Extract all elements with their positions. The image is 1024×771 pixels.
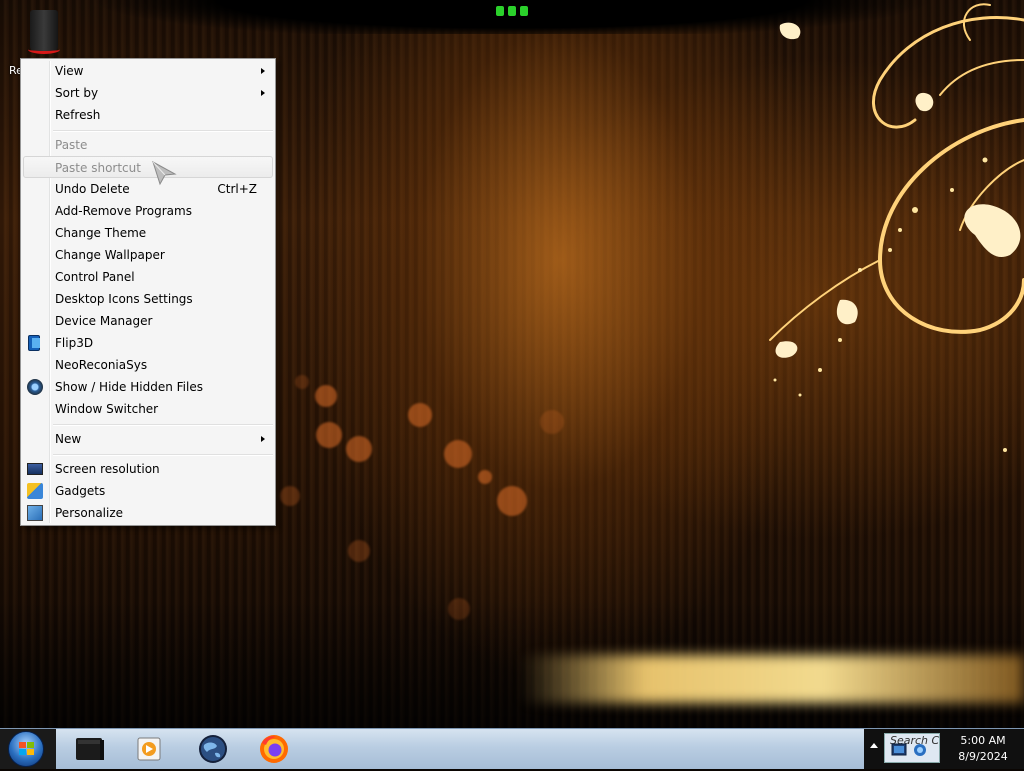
menu-separator (53, 454, 273, 456)
bokeh-dot (408, 403, 432, 427)
bokeh-dot (315, 385, 337, 407)
recycle-bin-icon (28, 10, 60, 54)
bokeh-dot (346, 436, 372, 462)
menu-item-paste[interactable]: Paste (23, 134, 273, 156)
menu-item-label: Flip3D (55, 336, 94, 350)
submenu-arrow-icon (261, 90, 265, 96)
menu-item-label: Paste (55, 138, 88, 152)
menu-item-change-theme[interactable]: Change Theme (23, 222, 273, 244)
menu-separator (53, 424, 273, 426)
menu-item-label: Refresh (55, 108, 101, 122)
menu-item-undo-delete[interactable]: Undo Delete Ctrl+Z (23, 178, 273, 200)
start-button[interactable] (8, 731, 44, 767)
taskbar-globe-button[interactable] (193, 731, 233, 767)
indicator-light (508, 6, 516, 16)
menu-item-flip3d[interactable]: Flip3D (23, 332, 273, 354)
flip3d-icon (28, 335, 40, 351)
wallpaper-light-streak (520, 655, 1024, 703)
taskbar-media-player-button[interactable] (130, 731, 170, 767)
clock[interactable]: 5:00 AM 8/9/2024 (944, 733, 1022, 765)
start-button-area (0, 729, 56, 769)
menu-item-screen-resolution[interactable]: Screen resolution (23, 458, 273, 480)
personalize-icon (27, 505, 43, 521)
menu-item-show-hide-hidden-files[interactable]: Show / Hide Hidden Files (23, 376, 273, 398)
menu-item-label: Window Switcher (55, 402, 159, 416)
taskbar: Search Co 5:00 AM 8/9/2024 (0, 728, 1024, 769)
menu-item-label: Undo Delete (55, 182, 130, 196)
menu-item-label: Sort by (55, 86, 99, 100)
menu-item-neoreconiasys[interactable]: NeoReconiaSys (23, 354, 273, 376)
menu-item-device-manager[interactable]: Device Manager (23, 310, 273, 332)
menu-item-label: NeoReconiaSys (55, 358, 148, 372)
menu-item-window-switcher[interactable]: Window Switcher (23, 398, 273, 420)
bokeh-dot (295, 375, 309, 389)
bokeh-dot (316, 422, 342, 448)
menu-item-label: Add-Remove Programs (55, 204, 192, 218)
menu-item-label: Screen resolution (55, 462, 160, 476)
menu-item-shortcut: Ctrl+Z (217, 182, 257, 196)
submenu-arrow-icon (261, 436, 265, 442)
menu-item-control-panel[interactable]: Control Panel (23, 266, 273, 288)
mouse-cursor-icon (152, 160, 177, 186)
menu-item-label: Personalize (55, 506, 124, 520)
menu-item-label: Change Theme (55, 226, 147, 240)
windows-logo-icon (19, 742, 35, 756)
menu-item-sort-by[interactable]: Sort by (23, 82, 273, 104)
terminal-icon (76, 738, 104, 760)
bokeh-dot (478, 470, 492, 484)
firefox-icon (260, 735, 288, 763)
menu-item-change-wallpaper[interactable]: Change Wallpaper (23, 244, 273, 266)
monitor-icon (27, 463, 43, 475)
menu-item-desktop-icons-settings[interactable]: Desktop Icons Settings (23, 288, 273, 310)
show-hidden-icons-icon[interactable] (870, 743, 878, 748)
menu-item-label: Gadgets (55, 484, 106, 498)
tray-icons (890, 741, 936, 759)
taskbar-terminal-button[interactable] (70, 731, 110, 767)
bokeh-dot (348, 540, 370, 562)
menu-item-label: Desktop Icons Settings (55, 292, 193, 306)
menu-item-label: Paste shortcut (55, 161, 141, 175)
clock-date: 8/9/2024 (958, 750, 1008, 763)
menu-item-personalize[interactable]: Personalize (23, 502, 273, 524)
globe-icon (199, 735, 227, 763)
menu-item-gadgets[interactable]: Gadgets (23, 480, 273, 502)
menu-item-new[interactable]: New (23, 428, 273, 450)
menu-item-label: Show / Hide Hidden Files (55, 380, 203, 394)
eye-icon (27, 379, 43, 395)
menu-item-refresh[interactable]: Refresh (23, 104, 273, 126)
taskbar-firefox-button[interactable] (254, 731, 294, 767)
menu-item-paste-shortcut[interactable]: Paste shortcut (23, 156, 273, 178)
media-player-icon (137, 737, 161, 761)
menu-separator (53, 130, 273, 132)
menu-item-add-remove-programs[interactable]: Add-Remove Programs (23, 200, 273, 222)
system-tray: Search Co 5:00 AM 8/9/2024 (864, 729, 1024, 769)
bokeh-dot (280, 486, 300, 506)
swirl-ornament (769, 3, 1024, 452)
menu-item-label: Change Wallpaper (55, 248, 165, 262)
menu-item-label: New (55, 432, 82, 446)
network-icon[interactable] (890, 741, 936, 759)
desktop-context-menu: View Sort by Refresh Paste Paste shortcu… (20, 58, 276, 526)
bokeh-dot (540, 410, 564, 434)
menu-item-view[interactable]: View (23, 60, 273, 82)
indicator-light (520, 6, 528, 16)
clock-time: 5:00 AM (960, 734, 1006, 747)
bokeh-dot (497, 486, 527, 516)
menu-item-label: Control Panel (55, 270, 135, 284)
gadgets-icon (27, 483, 43, 499)
menu-item-label: Device Manager (55, 314, 153, 328)
bokeh-dot (444, 440, 472, 468)
indicator-light (496, 6, 504, 16)
submenu-arrow-icon (261, 68, 265, 74)
menu-item-label: View (55, 64, 84, 78)
